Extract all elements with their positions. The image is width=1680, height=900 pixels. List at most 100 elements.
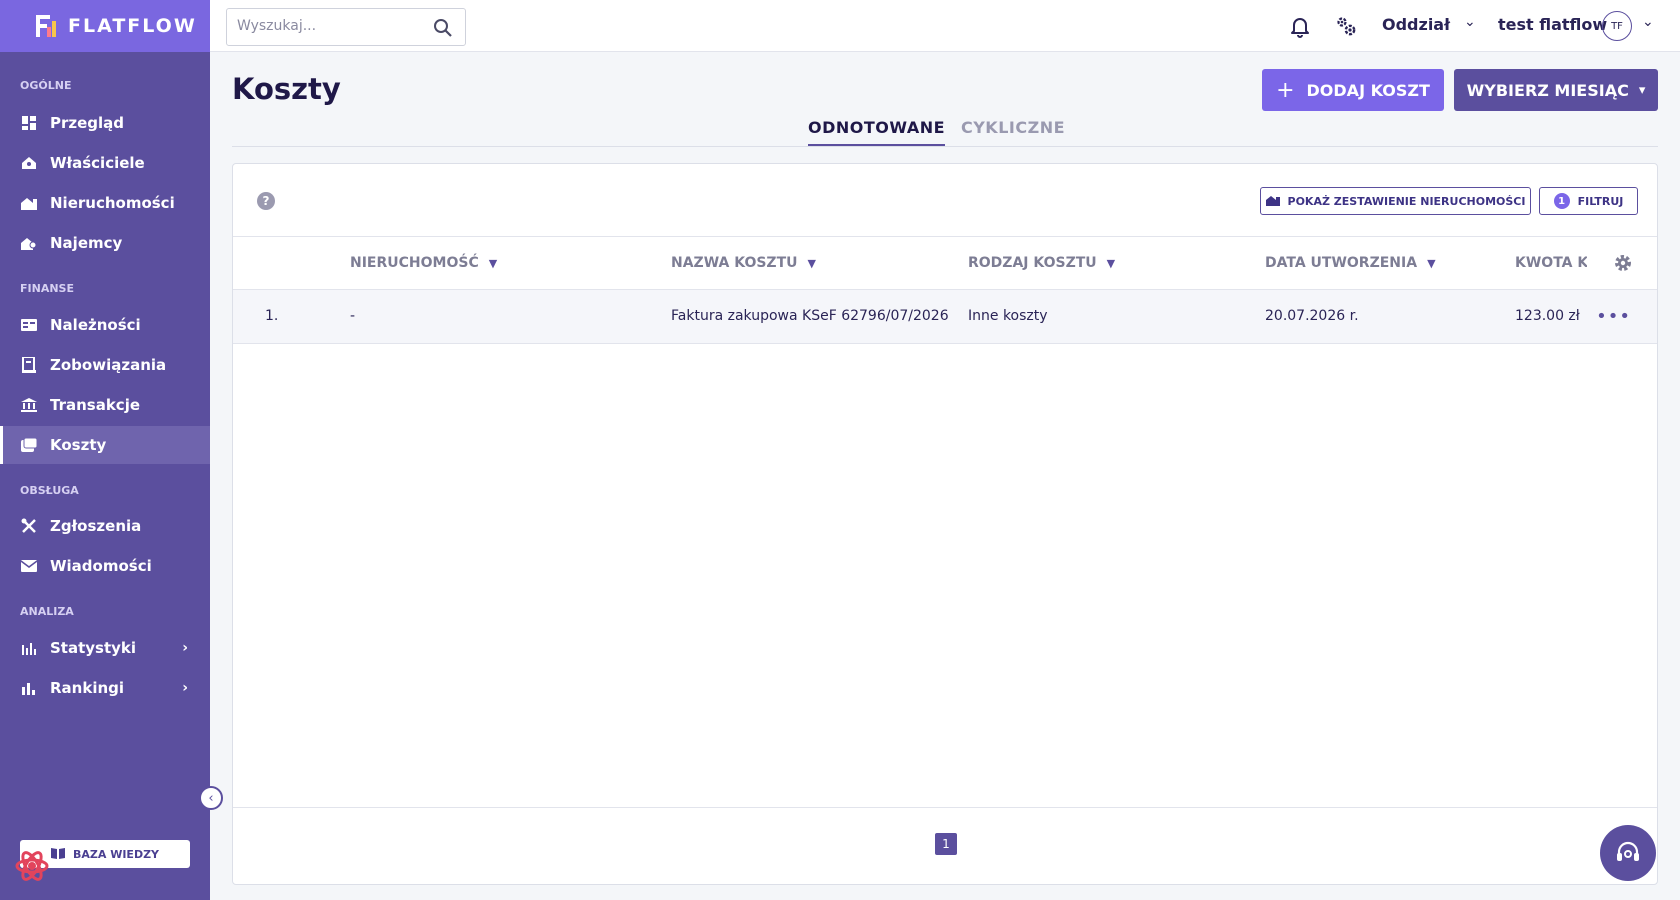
user-name[interactable]: test flatflow: [1498, 15, 1607, 34]
sidebar-item-label: Wiadomości: [50, 557, 152, 575]
chevron-right-icon: ›: [182, 680, 188, 696]
select-month-button[interactable]: WYBIERZ MIESIĄC ▾: [1454, 69, 1658, 111]
properties-icon: [20, 194, 38, 212]
column-header-cost-name[interactable]: NAZWA KOSZTU ▼: [671, 255, 816, 271]
sidebar-item-properties[interactable]: Nieruchomości: [0, 184, 210, 222]
flatflow-logo-icon: [36, 15, 58, 37]
top-bar: Oddział ⌄ test flatflow TF ⌄: [210, 0, 1680, 52]
add-cost-button[interactable]: + DODAJ KOSZT: [1262, 69, 1444, 111]
sidebar-item-label: Przegląd: [50, 114, 125, 132]
search-icon[interactable]: [433, 18, 453, 38]
avatar[interactable]: TF: [1602, 11, 1632, 41]
section-label-service: OBSŁUGA: [20, 484, 79, 497]
table-header: NIERUCHOMOŚĆ ▼ NAZWA KOSZTU ▼ RODZAJ KOS…: [233, 236, 1657, 290]
row-index: 1.: [265, 308, 279, 324]
sidebar-item-label: Zobowiązania: [50, 356, 167, 374]
chevron-down-icon: ▼: [807, 256, 816, 270]
sidebar-item-label: Statystyki: [50, 639, 137, 657]
column-label: KWOTA KOSZTU: [1515, 255, 1587, 271]
column-label: NAZWA KOSZTU: [671, 255, 798, 271]
chevron-down-icon: ▼: [1106, 256, 1116, 270]
tab-recurring[interactable]: CYKLICZNE: [960, 118, 1066, 137]
page-number-button[interactable]: 1: [935, 833, 957, 855]
sidebar-item-rankings[interactable]: Rankingi ›: [0, 669, 210, 707]
add-cost-label: DODAJ KOSZT: [1306, 80, 1430, 100]
sidebar-item-label: Transakcje: [50, 396, 141, 414]
chevron-down-icon: ▾: [1638, 82, 1646, 98]
sidebar-item-label: Nieruchomości: [50, 194, 175, 212]
column-label: DATA UTWORZENIA: [1265, 255, 1418, 271]
filter-button[interactable]: 1 FILTRUJ: [1539, 187, 1638, 215]
search-input[interactable]: [237, 18, 427, 34]
cell-amount: 123.00 zł: [1515, 308, 1580, 324]
branch-selector[interactable]: Oddział: [1382, 15, 1450, 34]
sidebar-item-liabilities[interactable]: Zobowiązania: [0, 346, 210, 384]
show-property-summary-label: POKAŻ ZESTAWIENIE NIERUCHOMOŚCI: [1287, 194, 1526, 208]
table-row[interactable]: 1. - Faktura zakupowa KSeF 62796/07/2026…: [233, 290, 1657, 344]
filter-count-badge: 1: [1553, 193, 1570, 209]
sidebar-item-label: Należności: [50, 316, 141, 334]
brand-logo[interactable]: FLATFLOW: [0, 0, 210, 52]
chevron-down-icon: ▼: [1427, 256, 1436, 270]
sidebar-item-label: Najemcy: [50, 234, 123, 252]
bank-icon: [20, 396, 38, 414]
stats-icon: [20, 639, 38, 657]
liabilities-icon: [20, 356, 38, 374]
section-label-finance: FINANSE: [20, 282, 74, 295]
help-icon[interactable]: ?: [257, 192, 275, 210]
sidebar-item-label: Zgłoszenia: [50, 517, 142, 535]
column-header-created-date[interactable]: DATA UTWORZENIA ▼: [1265, 255, 1436, 271]
sidebar-item-overview[interactable]: Przegląd: [0, 104, 210, 142]
gear-icon[interactable]: [1613, 253, 1633, 273]
book-icon: [50, 847, 65, 862]
chevron-down-icon: ▼: [488, 256, 498, 270]
react-devtools-icon[interactable]: [14, 848, 50, 884]
page-title: Koszty: [232, 72, 341, 106]
collapse-sidebar-button[interactable]: ‹: [199, 786, 223, 810]
knowledge-base-label: BAZA WIEDZY: [72, 847, 160, 861]
cell-created-date: 20.07.2026 r.: [1265, 308, 1359, 324]
column-header-cost-type[interactable]: RODZAJ KOSZTU ▼: [968, 255, 1115, 271]
brand-name: FLATFLOW: [68, 15, 197, 37]
settings-gears-icon[interactable]: [1334, 14, 1358, 38]
column-header-property[interactable]: NIERUCHOMOŚĆ ▼: [350, 255, 497, 271]
bell-icon[interactable]: [1288, 14, 1312, 38]
tab-recorded[interactable]: ODNOTOWANE: [808, 118, 945, 147]
filter-label: FILTRUJ: [1577, 194, 1624, 208]
sidebar-item-receivables[interactable]: Należności: [0, 306, 210, 344]
headset-icon: [1617, 841, 1639, 861]
pagination-divider: [233, 807, 1657, 808]
section-label-general: OGÓLNE: [20, 79, 72, 92]
sidebar-item-owners[interactable]: Właściciele: [0, 144, 210, 182]
ranking-icon: [20, 679, 38, 697]
costs-table-card: ? POKAŻ ZESTAWIENIE NIERUCHOMOŚCI 1 FILT…: [232, 163, 1658, 885]
column-header-amount[interactable]: KWOTA KOSZTU: [1515, 255, 1587, 271]
cell-cost-type: Inne koszty: [968, 308, 1048, 324]
chevron-down-icon[interactable]: ⌄: [1464, 14, 1476, 30]
column-label: RODZAJ KOSZTU: [968, 255, 1097, 271]
sidebar-item-tickets[interactable]: Zgłoszenia: [0, 507, 210, 545]
sidebar-item-label: Koszty: [50, 436, 107, 454]
sidebar-item-costs[interactable]: Koszty: [0, 426, 210, 464]
mail-icon: [20, 557, 38, 575]
sidebar: FLATFLOW OGÓLNE Przegląd Właściciele Nie…: [0, 0, 210, 900]
more-options-icon[interactable]: •••: [1596, 306, 1631, 327]
sidebar-item-tenants[interactable]: Najemcy: [0, 224, 210, 262]
tenants-icon: [20, 234, 38, 252]
column-label: NIERUCHOMOŚĆ: [350, 255, 479, 271]
sidebar-item-transactions[interactable]: Transakcje: [0, 386, 210, 424]
owners-icon: [20, 154, 38, 172]
tabs-divider: [232, 146, 1658, 147]
sidebar-item-messages[interactable]: Wiadomości: [0, 547, 210, 585]
chevron-left-icon: ‹: [208, 790, 214, 806]
chevron-right-icon: ›: [182, 640, 188, 656]
sidebar-item-statistics[interactable]: Statystyki ›: [0, 629, 210, 667]
support-chat-button[interactable]: [1600, 825, 1656, 881]
properties-icon: [1265, 194, 1280, 209]
show-property-summary-button[interactable]: POKAŻ ZESTAWIENIE NIERUCHOMOŚCI: [1260, 187, 1531, 215]
chevron-down-icon[interactable]: ⌄: [1642, 14, 1654, 30]
sidebar-item-label: Właściciele: [50, 154, 145, 172]
search-box[interactable]: [226, 8, 466, 46]
plus-icon: +: [1276, 77, 1295, 103]
select-month-label: WYBIERZ MIESIĄC: [1466, 80, 1629, 100]
